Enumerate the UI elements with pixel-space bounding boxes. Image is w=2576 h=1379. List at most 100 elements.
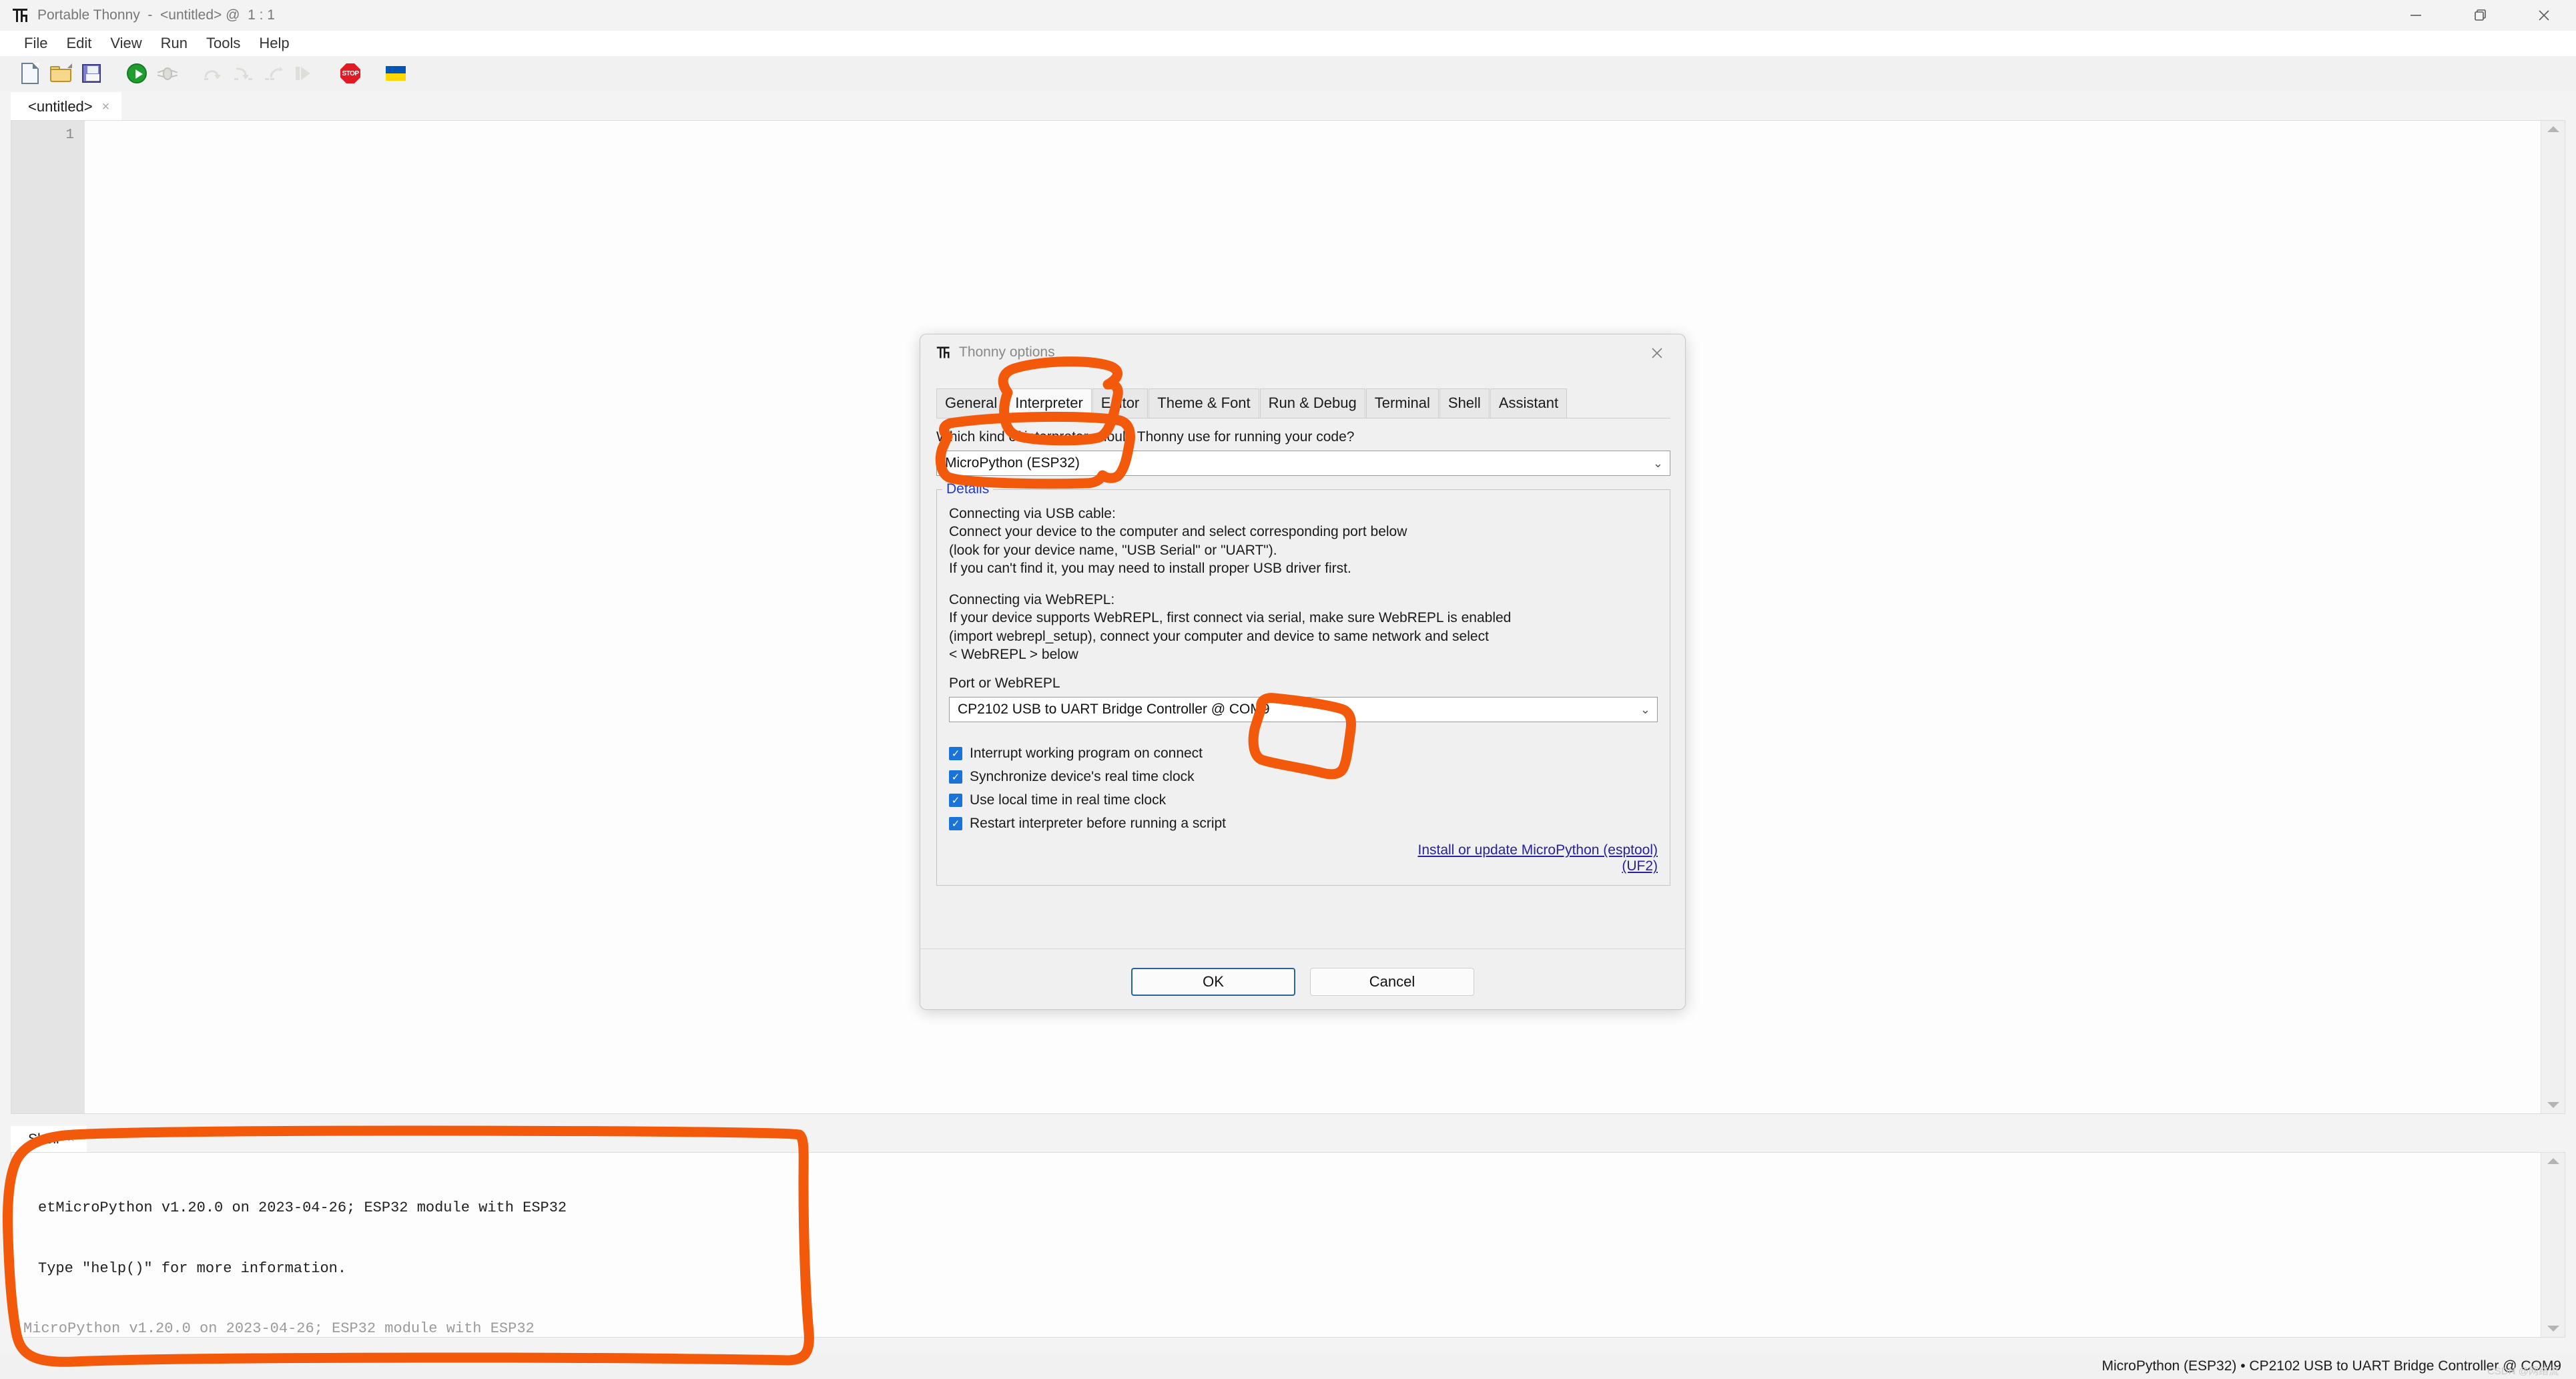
menu-edit[interactable]: Edit (57, 33, 101, 54)
checkbox-checked-icon: ✓ (949, 794, 962, 808)
tab-terminal[interactable]: Terminal (1365, 388, 1439, 418)
shell-frame: etMicroPython v1.20.0 on 2023-04-26; ESP… (11, 1152, 2565, 1338)
checkbox-label: Use local time in real time clock (970, 792, 1167, 808)
step-out-button[interactable] (259, 60, 290, 87)
menu-file[interactable]: File (15, 33, 57, 54)
checkbox-checked-icon: ✓ (949, 770, 962, 784)
maximize-icon[interactable] (2448, 0, 2512, 31)
interpreter-select-value: MicroPython (ESP32) (945, 455, 1080, 471)
details-line: Connect your device to the computer and … (949, 524, 1407, 540)
resume-icon (296, 66, 314, 81)
checkbox-interrupt-on-connect[interactable]: ✓ Interrupt working program on connect (949, 746, 1658, 762)
new-file-button[interactable] (15, 60, 45, 87)
thonny-options-dialog: Thonny options General Interpreter Edito… (920, 334, 1686, 1010)
shell-tabbar: Shell × (11, 1126, 87, 1153)
dialog-separator (920, 948, 1685, 949)
shell-line: etMicroPython v1.20.0 on 2023-04-26; ESP… (38, 1199, 567, 1217)
details-groupbox-title: Details (942, 481, 994, 497)
editor-vertical-scrollbar[interactable] (2541, 121, 2565, 1113)
tab-assistant[interactable]: Assistant (1490, 388, 1568, 418)
menu-tools[interactable]: Tools (197, 33, 250, 54)
details-groupbox: Details Connecting via USB cable: Connec… (936, 481, 1670, 886)
statusbar: MicroPython (ESP32) • CP2102 USB to UART… (0, 1354, 2576, 1379)
run-icon (127, 63, 147, 83)
save-file-icon (82, 64, 101, 83)
resume-button[interactable] (290, 60, 320, 87)
watermark: CSDN @网络流 (2487, 1366, 2559, 1377)
cancel-button[interactable]: Cancel (1310, 968, 1474, 996)
shell-tab-close-icon[interactable]: × (67, 1132, 75, 1147)
menu-help[interactable]: Help (250, 33, 298, 54)
minimize-icon[interactable] (2384, 0, 2448, 31)
editor-tab-label: <untitled> (28, 98, 93, 115)
port-label: Port or WebREPL (949, 675, 1060, 692)
checkbox-restart-interpreter[interactable]: ✓ Restart interpreter before running a s… (949, 816, 1658, 832)
menu-view[interactable]: View (101, 33, 151, 54)
interpreter-select[interactable]: MicroPython (ESP32) ⌄ (936, 451, 1670, 476)
window-controls (2384, 0, 2576, 31)
tab-editor[interactable]: Editor (1092, 388, 1149, 418)
install-micropython-esptool-link[interactable]: Install or update MicroPython (esptool) (949, 842, 1658, 858)
checkbox-checked-icon: ✓ (949, 817, 962, 831)
shell-output[interactable]: etMicroPython v1.20.0 on 2023-04-26; ESP… (11, 1153, 2541, 1337)
stop-icon: STOP (340, 63, 360, 83)
tab-interpreter[interactable]: Interpreter (1006, 388, 1092, 418)
ukraine-support-button[interactable] (380, 60, 411, 87)
debug-button[interactable] (152, 60, 183, 87)
shell-vertical-scrollbar[interactable] (2541, 1153, 2565, 1337)
scroll-down-icon[interactable] (2547, 1326, 2559, 1332)
tab-run-debug[interactable]: Run & Debug (1259, 388, 1365, 418)
step-into-icon (234, 65, 254, 81)
scroll-down-icon[interactable] (2547, 1102, 2559, 1108)
details-line: If you can't find it, you may need to in… (949, 560, 1351, 576)
scroll-up-icon[interactable] (2547, 126, 2559, 132)
checkbox-sync-rtc[interactable]: ✓ Synchronize device's real time clock (949, 769, 1658, 785)
shell-tab-label: Shell (28, 1131, 59, 1147)
chevron-down-icon: ⌄ (1652, 456, 1663, 470)
thonny-window: Portable Thonny - <untitled> @ 1 : 1 Fil… (0, 0, 2576, 1379)
menubar: File Edit View Run Tools Help (0, 31, 2576, 56)
titlebar-left: Portable Thonny - <untitled> @ 1 : 1 (0, 7, 275, 24)
scroll-up-icon[interactable] (2547, 1158, 2559, 1164)
debug-bug-icon (157, 65, 178, 82)
editor-line-numbers: 1 (11, 121, 85, 1113)
run-button[interactable] (121, 60, 152, 87)
shell-line: Type "help()" for more information. (38, 1260, 347, 1277)
step-over-button[interactable] (198, 60, 228, 87)
tab-theme-font[interactable]: Theme & Font (1149, 388, 1259, 418)
port-select[interactable]: CP2102 USB to UART Bridge Controller @ C… (949, 697, 1658, 723)
editor-tab-close-icon[interactable]: × (102, 99, 110, 115)
close-icon[interactable] (2512, 0, 2576, 31)
step-over-icon (203, 65, 223, 81)
shell-line: MicroPython v1.20.0 on 2023-04-26; ESP32… (23, 1320, 535, 1337)
editor-tab-untitled[interactable]: <untitled> × (11, 92, 122, 121)
details-spacer (949, 577, 1658, 591)
shell-tab[interactable]: Shell × (11, 1126, 87, 1153)
thonny-logo-icon (12, 7, 29, 24)
window-title: Portable Thonny - <untitled> @ 1 : 1 (37, 7, 275, 23)
shell-area: Shell × etMicroPython v1.20.0 on 2023-04… (0, 1121, 2576, 1354)
port-select-value: CP2102 USB to UART Bridge Controller @ C… (958, 702, 1270, 718)
menu-run[interactable]: Run (151, 33, 197, 54)
save-file-button[interactable] (76, 60, 107, 87)
editor-tabbar: <untitled> × (11, 91, 122, 121)
checkbox-label: Restart interpreter before running a scr… (970, 816, 1227, 832)
window-titlebar: Portable Thonny - <untitled> @ 1 : 1 (0, 0, 2576, 31)
dialog-body: Which kind of interpreter should Thonny … (936, 421, 1670, 886)
step-into-button[interactable] (228, 60, 259, 87)
step-out-icon (264, 65, 284, 81)
dialog-close-icon[interactable] (1638, 340, 1676, 366)
chevron-down-icon: ⌄ (1640, 702, 1650, 716)
checkbox-label: Synchronize device's real time clock (970, 769, 1195, 785)
details-line: (look for your device name, "USB Serial"… (949, 542, 1277, 558)
ok-button[interactable]: OK (1131, 968, 1295, 996)
tab-shell[interactable]: Shell (1439, 388, 1490, 418)
stop-button[interactable]: STOP (335, 60, 366, 87)
tab-general[interactable]: General (936, 388, 1006, 418)
dialog-tabbar: General Interpreter Editor Theme & Font … (936, 388, 1670, 419)
open-file-button[interactable] (45, 60, 76, 87)
checkbox-local-time[interactable]: ✓ Use local time in real time clock (949, 792, 1658, 808)
interpreter-question-label: Which kind of interpreter should Thonny … (936, 429, 1355, 445)
details-line: (import webrepl_setup), connect your com… (949, 628, 1489, 644)
install-micropython-uf2-link[interactable]: (UF2) (949, 858, 1658, 874)
